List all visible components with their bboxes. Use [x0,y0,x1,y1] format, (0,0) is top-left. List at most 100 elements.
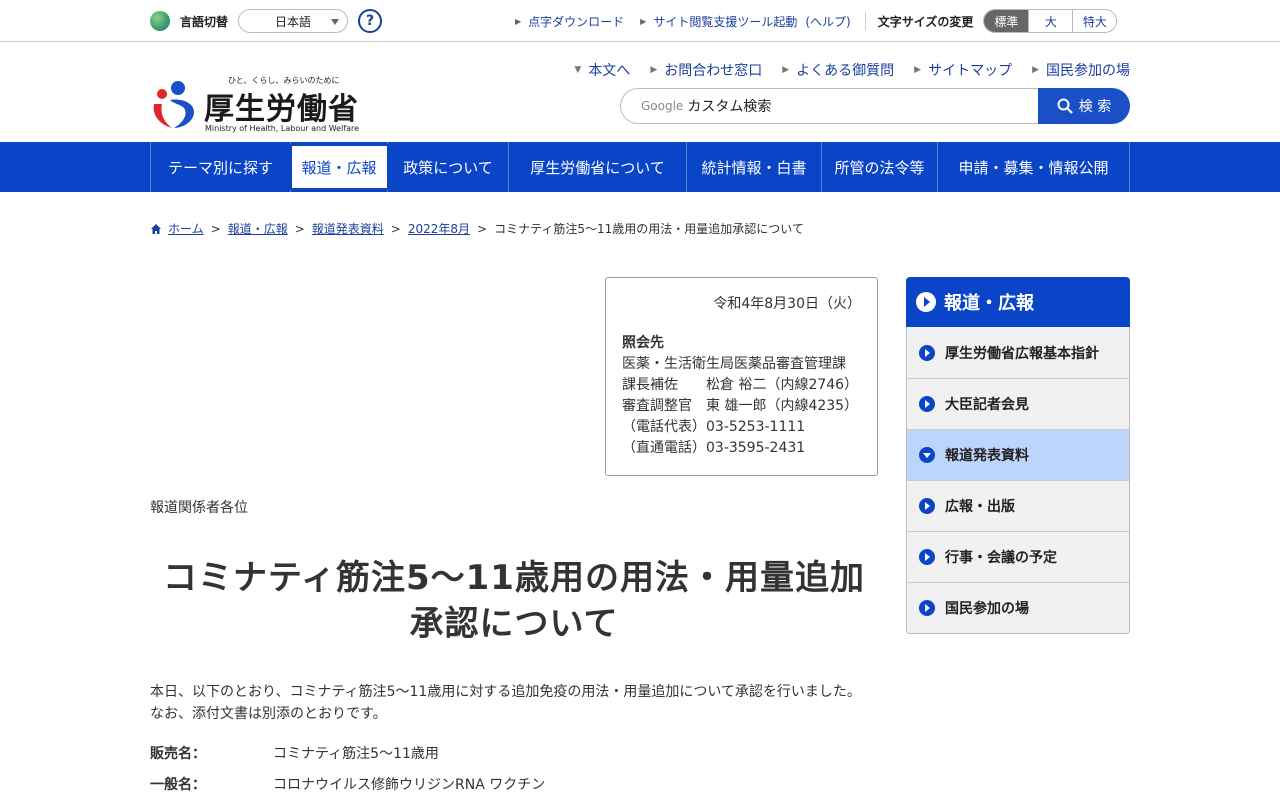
public-participation-link[interactable]: ▶ 国民参加の場 [1032,60,1130,80]
faq-link[interactable]: ▶ よくある御質問 [782,60,894,80]
contact-line: （直通電話）03-3595-2431 [622,440,806,456]
body-text: 本日、以下のとおり、コミナティ筋注5～11歳用に対する追加免疫の用法・用量追加に… [150,681,861,725]
sitemap-link[interactable]: ▶ サイトマップ [914,60,1012,80]
font-size-xlarge-button[interactable]: 特大 [1072,10,1116,32]
nav-laws[interactable]: 所管の法令等 [822,142,938,192]
language-select[interactable]: 日本語 [238,9,349,33]
search-input[interactable]: Google カスタム検索 [620,88,1038,124]
search-icon [1057,98,1073,114]
nav-applications-label: 申請・募集・情報公開 [958,158,1109,177]
nav-applications[interactable]: 申請・募集・情報公開 [938,142,1130,192]
nav-about-label: 厚生労働省について [530,158,665,177]
side-item-label: 厚生労働省広報基本指針 [945,345,1099,362]
info-key: 販売名： [150,746,206,762]
font-size-standard-button[interactable]: 標準 [984,10,1029,32]
nav-statistics-label: 統計情報・白書 [701,158,807,177]
nav-statistics[interactable]: 統計情報・白書 [687,142,822,192]
skip-to-content-label: 本文へ [588,63,631,79]
side-item-label: 報道発表資料 [945,448,1029,464]
accessibility-tool-label: サイト閲覧支援ツール起動 [653,14,798,29]
nav-policy-label: 政策について [403,158,493,177]
nav-theme[interactable]: テーマ別に探す [151,142,291,192]
home-icon [151,223,161,234]
ministry-logo-icon [153,81,194,128]
braille-download-label: 点字ダウンロード [528,14,625,29]
breadcrumb-home[interactable]: ホーム [168,220,204,237]
site-logo[interactable]: ひと、くらし、みらいのために 厚生労働省 Ministry of Health,… [150,74,360,134]
arrow-down-icon: ▼ [574,65,582,75]
language-label: 言語切替 [180,14,229,29]
audience-text: 報道関係者各位 [150,500,248,516]
side-item-press-releases[interactable]: 報道発表資料 [907,429,1129,480]
arrow-circle-icon [916,292,936,312]
nav-about[interactable]: 厚生労働省について [509,142,687,192]
body-paragraph: 本日、以下のとおり、コミナティ筋注5～11歳用に対する追加免疫の用法・用量追加に… [150,684,861,700]
side-item-label: 大臣記者会見 [945,397,1029,413]
search-button-label: 検 索 [1078,99,1112,115]
side-item-press-conference[interactable]: 大臣記者会見 [907,378,1129,429]
search-placeholder: カスタム検索 [687,99,772,115]
info-value: コロナウイルス修飾ウリジンRNA ワクチン [273,777,546,793]
breadcrumb-press-releases[interactable]: 報道発表資料 [312,220,384,237]
side-menu-list: 厚生労働省広報基本指針 大臣記者会見 報道発表資料 広報・出版 行事・会議の予定… [906,327,1130,634]
info-value: コミナティ筋注5～11歳用 [273,746,439,762]
search-form: Google カスタム検索 検 索 [620,88,1130,124]
accessibility-tool-link[interactable]: ▶ サイト閲覧支援ツール起動 [640,13,797,30]
help-icon[interactable]: ? [358,9,383,33]
nav-policy[interactable]: 政策について [388,142,509,192]
release-date: 令和4年8月30日（火） [713,296,861,312]
arrow-circle-icon [919,344,935,361]
site-header: ひと、くらし、みらいのために 厚生労働省 Ministry of Health,… [0,42,1280,142]
nav-press[interactable]: 報道・広報 [289,142,389,192]
contact-link[interactable]: ▶ お問合わせ窓口 [650,60,762,80]
breadcrumb: ホーム > 報道・広報 > 報道発表資料 > 2022年8月 > コミナティ筋注… [150,220,1130,237]
nav-laws-label: 所管の法令等 [834,158,925,177]
sitemap-label: サイトマップ [928,63,1013,79]
utility-bar: 言語切替 日本語 ? ▶ 点字ダウンロード ▶ サイト閲覧支援ツール起動 (ヘルプ)… [0,0,1280,42]
nav-press-label: 報道・広報 [289,144,389,190]
font-size-large-button[interactable]: 大 [1028,10,1072,32]
global-nav: テーマ別に探す 報道・広報 政策について 厚生労働省について 統計情報・白書 所… [0,142,1280,192]
arrow-right-icon: ▶ [515,16,522,26]
info-row-brand-name: 販売名： コミナティ筋注5～11歳用 [150,743,439,763]
skip-to-content-link[interactable]: ▼ 本文へ [574,60,630,80]
breadcrumb-month[interactable]: 2022年8月 [408,220,470,237]
page-title: コミナティ筋注5～11歳用の用法・用量追加 承認について [150,555,878,647]
globe-icon [150,11,170,31]
side-item-pr-policy[interactable]: 厚生労働省広報基本指針 [907,327,1129,378]
page-title-line: 承認について [409,604,619,644]
side-item-publications[interactable]: 広報・出版 [907,480,1129,531]
arrow-circle-icon [919,549,935,565]
arrow-circle-icon [919,600,935,616]
breadcrumb-separator: > [294,221,305,236]
contact-line: （電話代表）03-5253-1111 [622,419,806,435]
breadcrumb-press[interactable]: 報道・広報 [228,220,288,237]
arrow-circle-icon [919,498,935,514]
side-item-label: 広報・出版 [945,499,1015,515]
breadcrumb-separator: > [390,221,401,236]
side-menu-heading[interactable]: 報道・広報 [906,277,1130,327]
page-title-line: コミナティ筋注5～11歳用の用法・用量追加 [163,558,865,598]
braille-download-link[interactable]: ▶ 点字ダウンロード [515,13,624,30]
body-paragraph: なお、添付文書は別添のとおりです。 [150,706,387,722]
arrow-right-icon: ▶ [650,65,658,75]
help-link[interactable]: (ヘルプ) [805,13,850,30]
contact-line: 課長補佐 松倉 裕二（内線2746） [622,377,859,393]
public-participation-label: 国民参加の場 [1046,63,1130,79]
side-item-public-participation[interactable]: 国民参加の場 [907,582,1129,633]
side-item-label: 国民参加の場 [945,601,1029,617]
logo-english-name: Ministry of Health, Labour and Welfare [205,124,360,133]
header-links: ▼ 本文へ ▶ お問合わせ窓口 ▶ よくある御質問 ▶ サイトマップ ▶ 国民参加の場 [554,60,1130,80]
search-button[interactable]: 検 索 [1038,88,1130,124]
font-size-label: 文字サイズの変更 [877,14,974,29]
font-size-switcher: 標準 大 特大 [983,9,1118,33]
contact-box: 令和4年8月30日（火） 照会先 医薬・生活衛生局医薬品審査管理課 課長補佐 松… [605,277,878,476]
side-item-label: 行事・会議の予定 [945,550,1057,566]
breadcrumb-separator: > [210,221,221,236]
contact-heading: 照会先 [622,335,664,351]
side-item-events[interactable]: 行事・会議の予定 [907,531,1129,582]
side-menu: 報道・広報 厚生労働省広報基本指針 大臣記者会見 報道発表資料 広報・出版 行事… [906,277,1130,634]
arrow-right-icon: ▶ [914,65,922,75]
divider [864,12,866,30]
contact-line: 審査調整官 東 雄一郎（内線4235） [622,398,859,414]
